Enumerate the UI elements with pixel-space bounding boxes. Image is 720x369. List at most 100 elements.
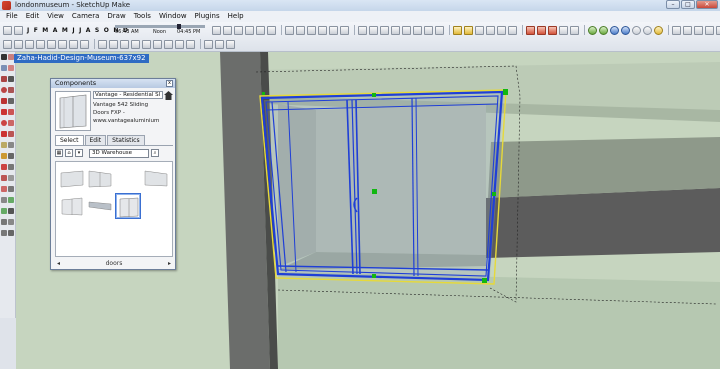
- move-tool-icon[interactable]: [98, 39, 107, 49]
- circle-icon[interactable]: [1, 87, 7, 93]
- zoom-extents-icon[interactable]: [1, 208, 7, 214]
- scale-tool-icon[interactable]: [120, 39, 129, 49]
- eraser-icon[interactable]: [8, 65, 14, 71]
- view-back-icon[interactable]: [256, 25, 265, 35]
- rectangle-icon[interactable]: [1, 76, 7, 82]
- intersect-icon[interactable]: [391, 25, 400, 35]
- wireframe-icon[interactable]: [296, 25, 305, 35]
- home-icon[interactable]: ⌂: [65, 149, 73, 157]
- plugin-icon[interactable]: [694, 25, 703, 35]
- section-plane-icon[interactable]: [570, 25, 579, 35]
- split-icon[interactable]: [435, 25, 444, 35]
- rotate-tool-icon[interactable]: [109, 39, 118, 49]
- view-front-icon[interactable]: [234, 25, 243, 35]
- follow-me-icon[interactable]: [369, 25, 378, 35]
- tab-select[interactable]: Select: [55, 135, 84, 145]
- view-iso-icon[interactable]: [212, 25, 221, 35]
- zoom-window-icon[interactable]: [8, 197, 14, 203]
- protractor-icon[interactable]: [142, 39, 151, 49]
- rotate-icon[interactable]: [1, 120, 7, 126]
- component-thumbnail[interactable]: [59, 165, 85, 191]
- maximize-button[interactable]: □: [681, 0, 695, 9]
- component-thumbnail-selected[interactable]: [115, 193, 141, 219]
- menu-edit[interactable]: Edit: [22, 11, 44, 22]
- menu-plugins[interactable]: Plugins: [191, 11, 224, 22]
- rectangle-tool-icon[interactable]: [47, 39, 56, 49]
- minimize-button[interactable]: –: [666, 0, 680, 9]
- eraser-icon[interactable]: [14, 39, 23, 49]
- scene-tab[interactable]: Zaha-Hadid-Design-Museum-637x92: [14, 54, 149, 63]
- position-camera-icon[interactable]: [1, 219, 7, 225]
- add-detail-icon[interactable]: [497, 25, 506, 35]
- walk-icon[interactable]: [8, 219, 14, 225]
- push-pull-icon[interactable]: [358, 25, 367, 35]
- offset-icon[interactable]: [380, 25, 389, 35]
- look-around-icon[interactable]: [1, 230, 7, 236]
- outer-shell-icon[interactable]: [537, 25, 546, 35]
- component-details-icon[interactable]: [164, 91, 173, 100]
- sandbox-icon[interactable]: [453, 25, 462, 35]
- shaded-icon[interactable]: [318, 25, 327, 35]
- line-icon[interactable]: [8, 76, 14, 82]
- tab-statistics[interactable]: Statistics: [107, 135, 145, 145]
- union-icon[interactable]: [402, 25, 411, 35]
- search-icon[interactable]: ⌕: [151, 149, 159, 157]
- textured-icon[interactable]: [329, 25, 338, 35]
- smoove-icon[interactable]: [464, 25, 473, 35]
- menu-tools[interactable]: Tools: [130, 11, 155, 22]
- dropdown-icon[interactable]: ▾: [75, 149, 83, 157]
- tape-measure-icon[interactable]: [1, 142, 7, 148]
- freehand-icon[interactable]: [8, 98, 14, 104]
- follow-me-icon[interactable]: [8, 120, 14, 126]
- paint-bucket-icon[interactable]: [1, 65, 7, 71]
- zoom-icon[interactable]: [1, 197, 7, 203]
- view-right-icon[interactable]: [245, 25, 254, 35]
- polygon-icon[interactable]: [1, 98, 7, 104]
- orbit-icon[interactable]: [1, 186, 7, 192]
- menu-view[interactable]: View: [43, 11, 68, 22]
- 3d-text-icon[interactable]: [186, 39, 195, 49]
- arc-tool-icon[interactable]: [36, 39, 45, 49]
- scale-icon[interactable]: [1, 131, 7, 137]
- polygon-tool-icon[interactable]: [69, 39, 78, 49]
- section-icon[interactable]: [8, 230, 14, 236]
- tape-measure-icon[interactable]: [131, 39, 140, 49]
- drape-icon[interactable]: [486, 25, 495, 35]
- menu-file[interactable]: File: [2, 11, 22, 22]
- component-thumbnail[interactable]: [87, 165, 113, 191]
- offset-icon[interactable]: [8, 131, 14, 137]
- view-options-icon[interactable]: ▦: [55, 149, 63, 157]
- settings-icon[interactable]: [3, 25, 12, 35]
- view-left-icon[interactable]: [267, 25, 276, 35]
- axes-icon[interactable]: [1, 164, 7, 170]
- menu-window[interactable]: Window: [155, 11, 191, 22]
- shadow-toggle-icon[interactable]: [14, 25, 23, 35]
- components-close-button[interactable]: x: [166, 80, 173, 87]
- time-slider-track[interactable]: [115, 25, 205, 28]
- protractor-icon[interactable]: [1, 153, 7, 159]
- move-icon[interactable]: [1, 109, 7, 115]
- section-plane-icon[interactable]: [8, 175, 14, 181]
- pan-icon[interactable]: [8, 186, 14, 192]
- orbit-icon[interactable]: [204, 39, 213, 49]
- menu-draw[interactable]: Draw: [103, 11, 129, 22]
- plugin-icon[interactable]: [683, 25, 692, 35]
- xray-icon[interactable]: [285, 25, 294, 35]
- freehand-tool-icon[interactable]: [80, 39, 89, 49]
- trim-icon[interactable]: [424, 25, 433, 35]
- ruby-console-icon[interactable]: [672, 25, 681, 35]
- component-thumbnail[interactable]: [87, 193, 113, 219]
- view-top-icon[interactable]: [223, 25, 232, 35]
- stamp-icon[interactable]: [475, 25, 484, 35]
- text-icon[interactable]: [8, 153, 14, 159]
- components-title-bar[interactable]: Components x: [51, 79, 175, 88]
- pan-icon[interactable]: [215, 39, 224, 49]
- share-model-icon[interactable]: [599, 25, 608, 35]
- menu-camera[interactable]: Camera: [68, 11, 103, 22]
- shadow-months[interactable]: J F M A M J J A S O N D: [27, 27, 129, 34]
- line-tool-icon[interactable]: [25, 39, 34, 49]
- text-tool-icon[interactable]: [164, 39, 173, 49]
- component-thumbnail[interactable]: [115, 165, 141, 191]
- menu-help[interactable]: Help: [224, 11, 248, 22]
- circle-tool-icon[interactable]: [58, 39, 67, 49]
